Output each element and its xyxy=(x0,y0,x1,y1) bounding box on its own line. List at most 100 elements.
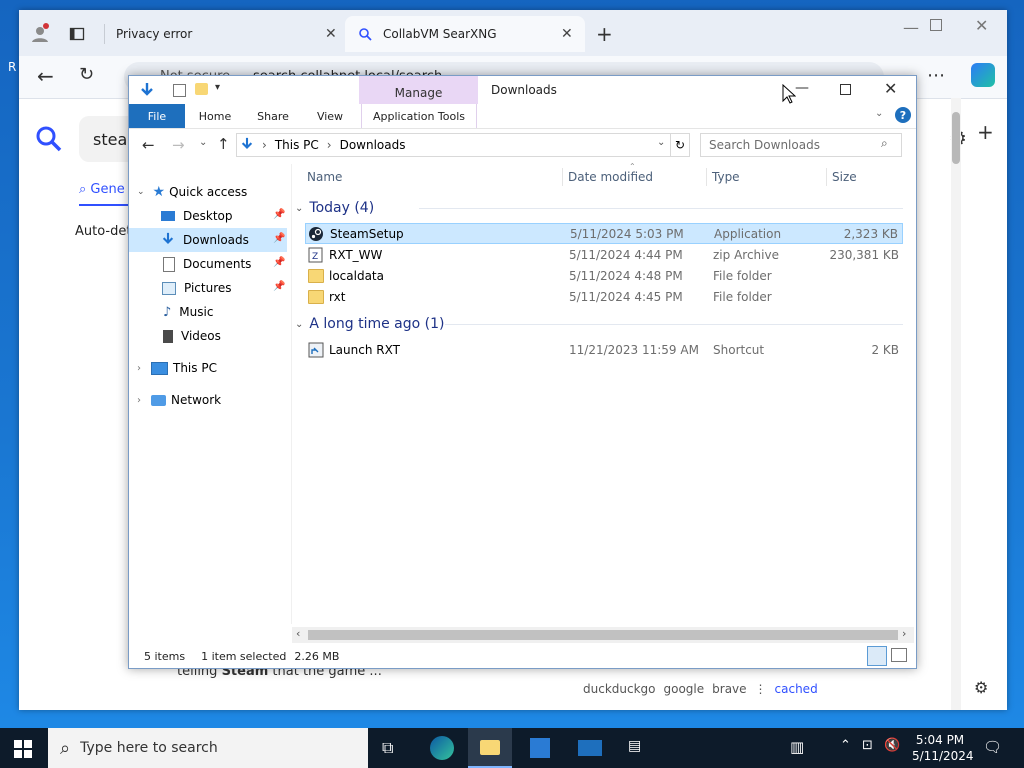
sidebar-item-network[interactable]: › Network xyxy=(129,388,289,412)
column-divider[interactable] xyxy=(826,168,827,186)
sidebar-add-icon[interactable]: + xyxy=(977,120,994,144)
sidebar-item-desktop[interactable]: Desktop 📌 xyxy=(129,204,289,228)
computer-icon xyxy=(151,361,168,375)
details-view-icon[interactable] xyxy=(867,646,887,666)
news-icon[interactable]: ▥ xyxy=(790,738,804,756)
group-header-today[interactable]: ⌄ Today (4) xyxy=(295,197,374,219)
file-row-localdata[interactable]: localdata 5/11/2024 4:48 PM File folder xyxy=(305,265,903,286)
tab-view[interactable]: View xyxy=(305,104,355,128)
qat-dropdown-icon[interactable]: ▾ xyxy=(215,82,220,93)
breadcrumb-downloads[interactable]: Downloads xyxy=(340,138,406,152)
file-date: 5/11/2024 5:03 PM xyxy=(570,226,684,241)
store-icon[interactable] xyxy=(530,738,550,758)
new-folder-icon[interactable] xyxy=(195,83,208,95)
minimize-icon[interactable]: — xyxy=(795,80,809,96)
folder-icon xyxy=(308,269,324,283)
mouse-cursor-icon xyxy=(782,83,797,107)
minimize-icon[interactable]: — xyxy=(903,18,919,37)
profile-avatar-icon[interactable] xyxy=(29,22,51,44)
back-icon[interactable]: ← xyxy=(37,64,54,88)
sidebar-item-pictures[interactable]: Pictures 📌 xyxy=(129,276,289,300)
address-bar[interactable]: › This PC › Downloads ⌄ xyxy=(236,133,671,157)
column-size[interactable]: Size xyxy=(832,168,857,186)
tab-file[interactable]: File xyxy=(129,104,185,128)
search-icon[interactable] xyxy=(35,125,63,156)
tab-share[interactable]: Share xyxy=(247,104,299,128)
breadcrumb-this-pc[interactable]: This PC xyxy=(275,138,319,152)
scroll-thumb[interactable] xyxy=(308,630,898,640)
settings-icon[interactable]: ⚙ xyxy=(974,678,988,697)
file-row-rxt-ww[interactable]: Z RXT_WW 5/11/2024 4:44 PM zip Archive 2… xyxy=(305,244,903,265)
group-header-long-ago[interactable]: ⌄ A long time ago (1) xyxy=(295,313,444,335)
scroll-right-icon[interactable]: › xyxy=(902,627,906,640)
large-icons-view-icon[interactable] xyxy=(891,648,907,662)
sidebar-item-documents[interactable]: Documents 📌 xyxy=(129,252,289,276)
manage-context-tab[interactable]: Manage xyxy=(359,76,478,104)
file-row-steamsetup[interactable]: SteamSetup 5/11/2024 5:03 PM Application… xyxy=(305,223,903,244)
column-name[interactable]: Name xyxy=(307,168,342,186)
file-row-launch-rxt[interactable]: Launch RXT 11/21/2023 11:59 AM Shortcut … xyxy=(305,339,903,360)
mail-icon[interactable] xyxy=(578,740,602,756)
sidebar-item-this-pc[interactable]: › This PC xyxy=(129,356,289,380)
close-window-icon[interactable]: ✕ xyxy=(975,16,988,35)
scroll-thumb[interactable] xyxy=(952,112,960,164)
tab-actions-icon[interactable] xyxy=(67,24,87,44)
result-engines: duckduckgo google brave ⋮ cached xyxy=(583,682,818,696)
column-date-modified[interactable]: Date modified xyxy=(568,168,653,186)
windows-start-icon[interactable] xyxy=(14,740,32,761)
tab-home[interactable]: Home xyxy=(189,104,241,128)
file-row-rxt[interactable]: rxt 5/11/2024 4:45 PM File folder xyxy=(305,286,903,307)
maximize-icon[interactable] xyxy=(840,84,851,95)
copilot-icon[interactable] xyxy=(971,63,995,87)
close-icon[interactable]: ✕ xyxy=(325,26,337,42)
search-downloads-input[interactable]: Search Downloads ⌕ xyxy=(700,133,902,157)
new-tab-icon[interactable]: + xyxy=(596,22,613,46)
edge-icon[interactable] xyxy=(430,736,454,760)
file-type: Application xyxy=(714,226,782,241)
file-size: 2 KB xyxy=(871,342,899,357)
more-icon[interactable]: ⋯ xyxy=(927,65,945,86)
clock[interactable]: 5:04 PM 5/11/2024 xyxy=(912,732,974,764)
notifications-icon[interactable]: 🗨 xyxy=(983,738,1002,756)
sidebar-item-quick-access[interactable]: ⌄ ★ Quick access xyxy=(129,180,289,204)
tab-general[interactable]: ⌕ Gene xyxy=(79,182,125,197)
remote-desktop-icon[interactable]: ▤ xyxy=(628,738,641,754)
cached-link[interactable]: cached xyxy=(775,682,818,696)
close-icon[interactable]: ✕ xyxy=(561,26,573,42)
column-divider[interactable] xyxy=(562,168,563,186)
properties-checkbox-icon[interactable] xyxy=(173,84,186,97)
forward-icon[interactable]: → xyxy=(172,136,185,154)
close-window-icon[interactable]: ✕ xyxy=(884,79,897,98)
ribbon-expand-icon[interactable]: ⌄ xyxy=(875,108,883,119)
scroll-left-icon[interactable]: ‹ xyxy=(296,627,300,640)
refresh-icon[interactable]: ↻ xyxy=(670,133,690,157)
tab-privacy-error[interactable]: Privacy error ✕ xyxy=(109,16,339,52)
tab-application-tools[interactable]: Application Tools xyxy=(361,104,477,128)
sidebar-item-videos[interactable]: Videos xyxy=(129,324,289,348)
up-icon[interactable]: ↑ xyxy=(217,135,230,153)
videos-icon xyxy=(163,329,173,343)
task-view-icon[interactable]: ⧉ xyxy=(382,738,393,758)
manage-label: Manage xyxy=(394,86,443,100)
network-status-icon[interactable]: ⊡ xyxy=(862,738,873,753)
horizontal-scrollbar[interactable]: ‹ › xyxy=(292,627,914,643)
expanded-chevron-icon: ⌄ xyxy=(137,187,145,197)
page-scrollbar[interactable] xyxy=(951,98,961,710)
volume-muted-icon[interactable]: 🔇 xyxy=(884,738,900,753)
refresh-icon[interactable]: ↻ xyxy=(79,64,94,85)
sidebar-item-music[interactable]: ♪ Music xyxy=(129,300,289,324)
maximize-icon[interactable] xyxy=(930,19,942,31)
help-icon[interactable]: ? xyxy=(895,107,911,123)
tab-divider xyxy=(104,24,105,44)
tab-collabvm-searxng[interactable]: CollabVM SearXNG ✕ xyxy=(345,16,585,52)
show-hidden-icons-icon[interactable]: ⌃ xyxy=(840,738,851,753)
recent-locations-icon[interactable]: ⌄ xyxy=(199,137,207,148)
pictures-icon xyxy=(162,281,176,295)
taskbar-search-box[interactable]: ⌕ Type here to search xyxy=(48,728,368,768)
sidebar-item-downloads[interactable]: Downloads 📌 xyxy=(129,228,287,252)
column-type[interactable]: Type xyxy=(712,168,740,186)
column-divider[interactable] xyxy=(706,168,707,186)
back-icon[interactable]: ← xyxy=(142,136,155,154)
file-explorer-taskbar-button[interactable] xyxy=(468,728,512,768)
address-dropdown-icon[interactable]: ⌄ xyxy=(657,137,665,148)
